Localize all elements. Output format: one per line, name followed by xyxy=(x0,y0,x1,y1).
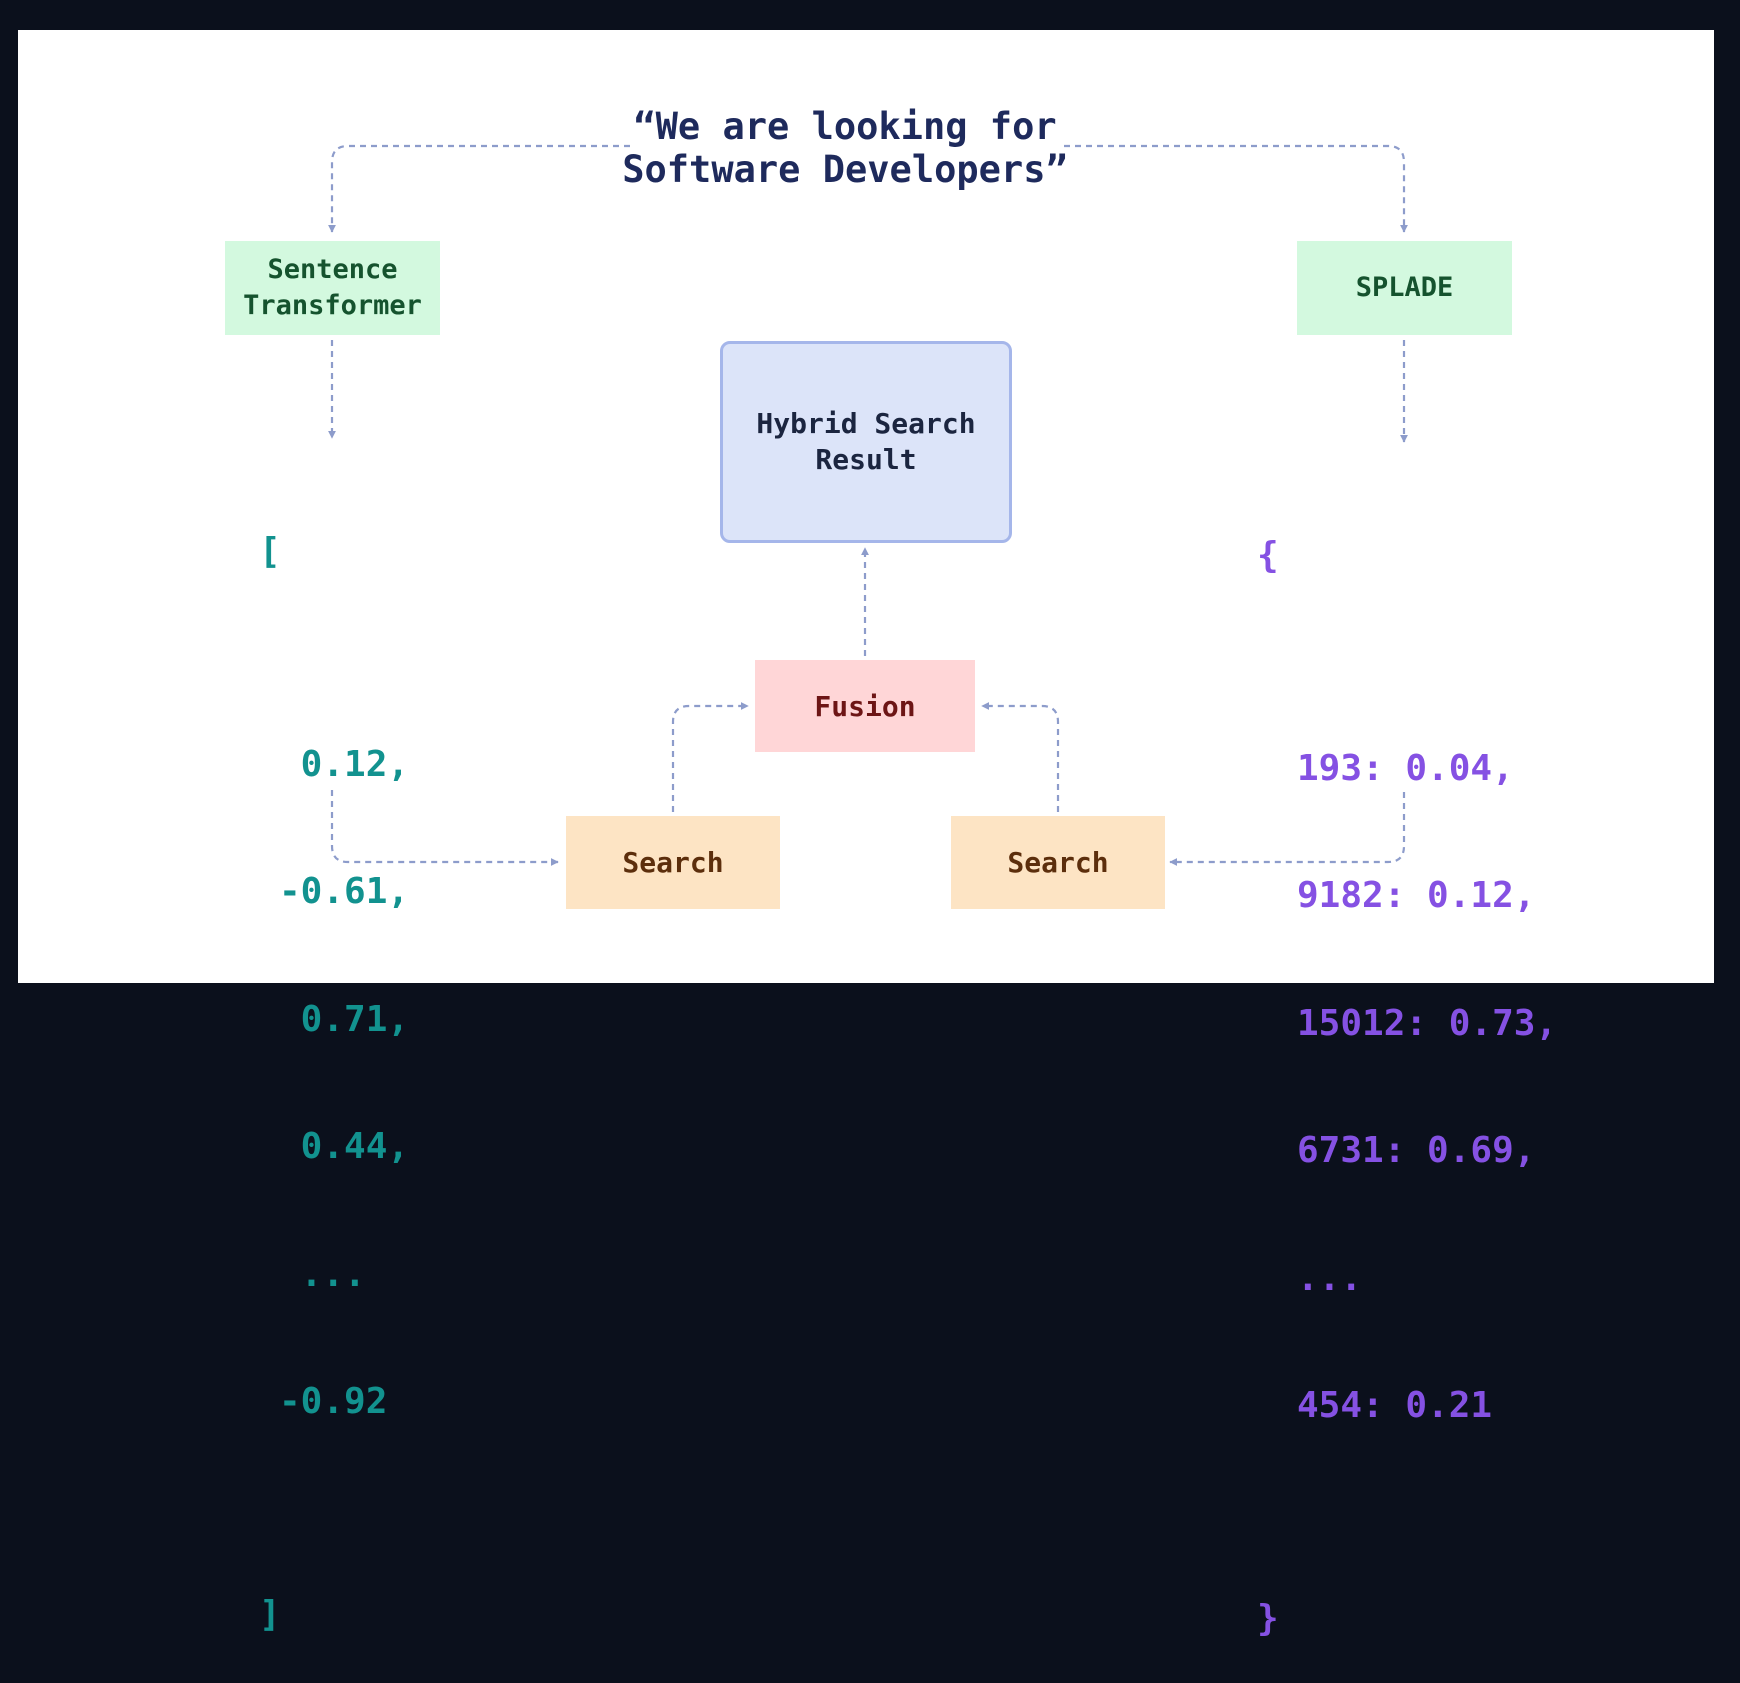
sentence-transformer-label-line-2: Transformer xyxy=(243,290,422,321)
hybrid-result-label-line-1: Hybrid Search xyxy=(756,407,976,440)
dense-vector-value: 0.12, xyxy=(279,743,410,785)
hybrid-result-label-line-2: Result xyxy=(815,443,917,476)
query-line-1: “We are looking for xyxy=(633,105,1057,148)
sparse-vector-entry: 6731: 0.69, xyxy=(1297,1130,1536,1171)
query-text: “We are looking for Software Developers” xyxy=(560,105,1130,191)
dense-vector: [ 0.12, -0.61, 0.71, 0.44, ... -0.92 ] xyxy=(259,446,409,1679)
arrow-left-search-to-fusion xyxy=(671,702,749,812)
sparse-vector-entry: 454: 0.21 xyxy=(1297,1385,1493,1426)
search-box-dense: Search xyxy=(566,816,780,909)
sparse-vector-entry: 9182: 0.12, xyxy=(1297,875,1536,916)
hybrid-search-result-box: Hybrid Search Result xyxy=(720,341,1012,543)
search-box-sparse: Search xyxy=(951,816,1165,909)
fusion-box: Fusion xyxy=(755,660,975,752)
dense-vector-value: -0.92 xyxy=(279,1381,388,1422)
arrow-right-search-to-fusion xyxy=(981,702,1060,812)
search-label-sparse: Search xyxy=(1007,846,1109,879)
sparse-vector: { 193: 0.04, 9182: 0.12, 15012: 0.73, 67… xyxy=(1257,450,1557,1683)
query-line-2: Software Developers” xyxy=(622,148,1068,191)
dense-vector-value: 0.71, xyxy=(279,998,410,1040)
sparse-vector-open-brace: { xyxy=(1257,535,1279,576)
sparse-vector-close-brace: } xyxy=(1257,1597,1279,1639)
dense-vector-value: -0.61, xyxy=(279,871,410,912)
dense-vector-ellipsis: ... xyxy=(279,1253,366,1295)
sparse-vector-entry: 193: 0.04, xyxy=(1297,747,1514,789)
splade-label: SPLADE xyxy=(1355,272,1454,303)
search-label-dense: Search xyxy=(622,846,724,879)
fusion-label: Fusion xyxy=(814,689,916,723)
dense-vector-value: 0.44, xyxy=(279,1126,410,1167)
sentence-transformer-box: Sentence Transformer xyxy=(225,241,440,335)
splade-box: SPLADE xyxy=(1297,241,1512,335)
sparse-vector-ellipsis: ... xyxy=(1297,1257,1363,1299)
dense-vector-close-bracket: ] xyxy=(259,1593,281,1635)
sentence-transformer-label-line-1: Sentence xyxy=(267,254,398,285)
sparse-vector-entry: 15012: 0.73, xyxy=(1297,1002,1558,1044)
dense-vector-open-bracket: [ xyxy=(259,531,281,572)
